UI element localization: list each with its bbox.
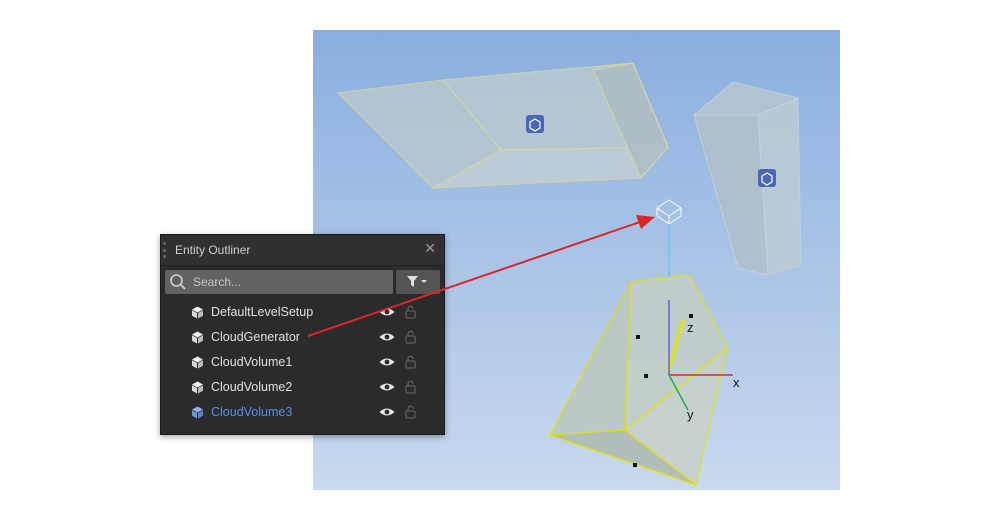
- search-input[interactable]: [191, 274, 385, 290]
- entity-cube-icon: [192, 381, 203, 394]
- entity-label: CloudVolume3: [211, 405, 293, 419]
- z-axis-label: z: [687, 320, 694, 335]
- eye-icon[interactable]: [379, 332, 395, 342]
- entity-cube-icon: [192, 331, 203, 344]
- entity-label: DefaultLevelSetup: [211, 305, 314, 319]
- outliner-search-row: [165, 270, 440, 294]
- lock-icon[interactable]: [405, 355, 416, 369]
- list-item[interactable]: CloudGenerator: [161, 325, 444, 350]
- entity-component-icon[interactable]: [526, 115, 544, 133]
- cloud-generator-gizmo[interactable]: [656, 199, 682, 225]
- filter-button[interactable]: [396, 270, 440, 294]
- entity-component-icon[interactable]: [758, 169, 776, 187]
- x-axis-label: x: [733, 375, 740, 390]
- entity-cube-icon: [192, 356, 203, 369]
- lock-icon[interactable]: [405, 405, 416, 419]
- outliner-title: Entity Outliner: [175, 243, 251, 257]
- eye-icon[interactable]: [379, 382, 395, 392]
- drag-handle-icon[interactable]: [163, 242, 167, 258]
- outliner-titlebar[interactable]: Entity Outliner ✕: [161, 235, 444, 266]
- lock-icon[interactable]: [405, 330, 416, 344]
- entity-list: DefaultLevelSetup CloudGenerator CloudVo…: [161, 300, 444, 425]
- eye-icon[interactable]: [379, 407, 395, 417]
- entity-cube-icon: [192, 306, 203, 319]
- entity-label: CloudGenerator: [211, 330, 300, 344]
- filter-icon: [407, 276, 427, 287]
- close-icon[interactable]: ✕: [424, 241, 436, 257]
- list-item[interactable]: CloudVolume3: [161, 400, 444, 425]
- cloud-volume-1-box[interactable]: [336, 62, 670, 189]
- lock-icon[interactable]: [405, 305, 416, 319]
- search-icon: [170, 274, 186, 290]
- list-item[interactable]: CloudVolume2: [161, 375, 444, 400]
- entity-label: CloudVolume2: [211, 380, 293, 394]
- cloud-volume-3-box[interactable]: [549, 274, 728, 487]
- eye-icon[interactable]: [379, 357, 395, 367]
- list-item[interactable]: DefaultLevelSetup: [161, 300, 444, 325]
- lock-icon[interactable]: [405, 380, 416, 394]
- eye-icon[interactable]: [379, 307, 395, 317]
- entity-cube-icon: [192, 406, 203, 419]
- y-axis-label: y: [687, 407, 694, 422]
- search-field[interactable]: [165, 270, 393, 294]
- list-item[interactable]: CloudVolume1: [161, 350, 444, 375]
- cloud-volume-2-box[interactable]: [692, 81, 802, 276]
- entity-outliner-panel: Entity Outliner ✕ DefaultLevelSetup: [160, 234, 445, 435]
- entity-label: CloudVolume1: [211, 355, 293, 369]
